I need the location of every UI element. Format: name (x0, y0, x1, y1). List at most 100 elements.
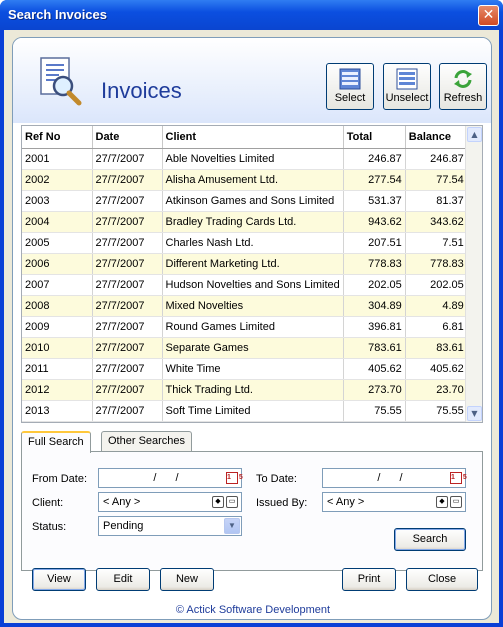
table-row[interactable]: 2002 27/7/2007 Alisha Amusement Ltd. 277.54… (22, 169, 468, 191)
column-header-balance[interactable]: Balance (405, 126, 468, 149)
from-date-value: / / (153, 472, 187, 484)
cell-client: Different Marketing Ltd. (162, 253, 344, 275)
from-date-field[interactable]: / / 15 (98, 468, 243, 488)
table-row[interactable]: 2001 27/7/2007 Able Novelties Limited 246.8… (22, 148, 468, 170)
cell-total: 207.51 (343, 232, 406, 254)
tab-other-searches[interactable]: Other Searches (101, 431, 193, 452)
status-value: Pending (103, 520, 144, 532)
table-row[interactable]: 2009 27/7/2007 Round Games Limited 396.81 6.… (22, 316, 468, 338)
refresh-button-label: Refresh (443, 92, 483, 104)
cell-balance: 75.55 (405, 400, 468, 422)
cell-balance: 7.51 (405, 232, 468, 254)
cell-client: Atkinson Games and Sons Limited (162, 190, 344, 212)
cell-balance: 405.62 (405, 358, 468, 380)
invoice-grid[interactable]: Ref No Date Client Total Balance 2001 27/… (21, 125, 483, 423)
table-row[interactable]: 2005 27/7/2007 Charles Nash Ltd. 207.51 7.51 (22, 232, 468, 254)
cell-client: White Time (162, 358, 344, 380)
print-button[interactable]: Print (342, 568, 396, 591)
column-header-ref-no[interactable]: Ref No (22, 126, 93, 149)
window-title: Search Invoices (8, 7, 107, 22)
cell-total: 783.61 (343, 337, 406, 359)
calendar-icon[interactable]: 15 (450, 472, 467, 484)
table-row[interactable]: 2013 27/7/2007 Soft Time Limited 75.55 75.55 (22, 400, 468, 422)
search-invoices-window: Search Invoices ✕ Invoices Select Unsele… (0, 0, 503, 627)
unselect-button[interactable]: Unselect (383, 63, 431, 110)
cell-date: 27/7/2007 (92, 316, 163, 338)
table-row[interactable]: 2011 27/7/2007 White Time 405.62 405.62 (22, 358, 468, 380)
cell-ref-no: 2012 (22, 379, 93, 401)
cell-total: 75.55 (343, 400, 406, 422)
close-button[interactable]: Close (406, 568, 478, 591)
cell-balance: 343.62 (405, 211, 468, 233)
table-row[interactable]: 2006 27/7/2007 Different Marketing Ltd. 778… (22, 253, 468, 275)
cell-date: 27/7/2007 (92, 148, 163, 170)
scroll-down-icon[interactable]: ▼ (467, 406, 482, 421)
issued-by-lookup-icon[interactable]: ▭ (450, 496, 462, 508)
issued-by-field[interactable]: < Any > ◆ ▭ (322, 492, 466, 512)
cell-client: Thick Trading Ltd. (162, 379, 344, 401)
edit-button[interactable]: Edit (96, 568, 150, 591)
unselect-button-label: Unselect (385, 92, 429, 104)
invoice-table: Ref No Date Client Total Balance 2001 27/… (22, 126, 468, 422)
client-lookup-icon[interactable]: ▭ (226, 496, 238, 508)
cell-total: 277.54 (343, 169, 406, 191)
page-title: Invoices (101, 78, 182, 103)
full-search-page: From Date: / / 15 To Date: / / 15 Client… (21, 451, 483, 571)
status-select[interactable]: Pending ▼ (98, 516, 242, 536)
cell-total: 396.81 (343, 316, 406, 338)
issued-by-label: Issued By: (256, 497, 308, 509)
cell-ref-no: 2003 (22, 190, 93, 212)
select-button[interactable]: Select (326, 63, 374, 110)
refresh-button[interactable]: Refresh (439, 63, 487, 110)
header-band: Invoices Select Unselect Refresh (13, 38, 491, 123)
cell-ref-no: 2011 (22, 358, 93, 380)
unselect-list-icon (396, 68, 418, 90)
client-spin-icon[interactable]: ◆ (212, 496, 224, 508)
cell-client: Alisha Amusement Ltd. (162, 169, 344, 191)
table-row[interactable]: 2007 27/7/2007 Hudson Novelties and Sons L… (22, 274, 468, 296)
window-close-button[interactable]: ✕ (478, 5, 499, 26)
cell-total: 405.62 (343, 358, 406, 380)
scroll-up-icon[interactable]: ▲ (467, 127, 482, 142)
calendar-icon[interactable]: 15 (226, 472, 243, 484)
cell-total: 273.70 (343, 379, 406, 401)
issued-by-value: < Any > (327, 496, 365, 508)
cell-ref-no: 2013 (22, 400, 93, 422)
chevron-down-icon[interactable]: ▼ (224, 518, 240, 534)
document-search-icon (40, 57, 82, 106)
column-header-total[interactable]: Total (343, 126, 406, 149)
cell-date: 27/7/2007 (92, 190, 163, 212)
cell-balance: 246.87 (405, 148, 468, 170)
footer-copyright: © Actick Software Development (175, 604, 331, 616)
table-row[interactable]: 2003 27/7/2007 Atkinson Games and Sons Lim… (22, 190, 468, 212)
to-date-field[interactable]: / / 15 (322, 468, 467, 488)
tab-full-search[interactable]: Full Search (21, 431, 91, 453)
table-header-row: Ref No Date Client Total Balance (22, 126, 468, 149)
cell-balance: 6.81 (405, 316, 468, 338)
table-row[interactable]: 2008 27/7/2007 Mixed Novelties 304.89 4.89 (22, 295, 468, 317)
new-button[interactable]: New (160, 568, 214, 591)
table-row[interactable]: 2004 27/7/2007 Bradley Trading Cards Ltd. 9… (22, 211, 468, 233)
grid-vertical-scrollbar[interactable]: ▲ ▼ (465, 126, 482, 422)
cell-total: 202.05 (343, 274, 406, 296)
status-label: Status: (32, 521, 67, 533)
view-button[interactable]: View (32, 568, 86, 591)
table-row[interactable]: 2010 27/7/2007 Separate Games 783.61 83.61 (22, 337, 468, 359)
cell-ref-no: 2009 (22, 316, 93, 338)
title-bar[interactable]: Search Invoices ✕ (0, 0, 503, 30)
client-label: Client: (32, 497, 64, 509)
cell-client: Bradley Trading Cards Ltd. (162, 211, 344, 233)
cell-total: 778.83 (343, 253, 406, 275)
cell-client: Mixed Novelties (162, 295, 344, 317)
table-row[interactable]: 2012 27/7/2007 Thick Trading Ltd. 273.70 23.… (22, 379, 468, 401)
issued-by-spin-icon[interactable]: ◆ (436, 496, 448, 508)
cell-ref-no: 2006 (22, 253, 93, 275)
client-field[interactable]: < Any > ◆ ▭ (98, 492, 242, 512)
cell-date: 27/7/2007 (92, 253, 163, 275)
cell-balance: 23.70 (405, 379, 468, 401)
column-header-client[interactable]: Client (162, 126, 344, 149)
search-button[interactable]: Search (394, 528, 466, 551)
cell-date: 27/7/2007 (92, 232, 163, 254)
main-panel: Invoices Select Unselect Refresh Ref No … (12, 37, 492, 620)
column-header-date[interactable]: Date (92, 126, 163, 149)
